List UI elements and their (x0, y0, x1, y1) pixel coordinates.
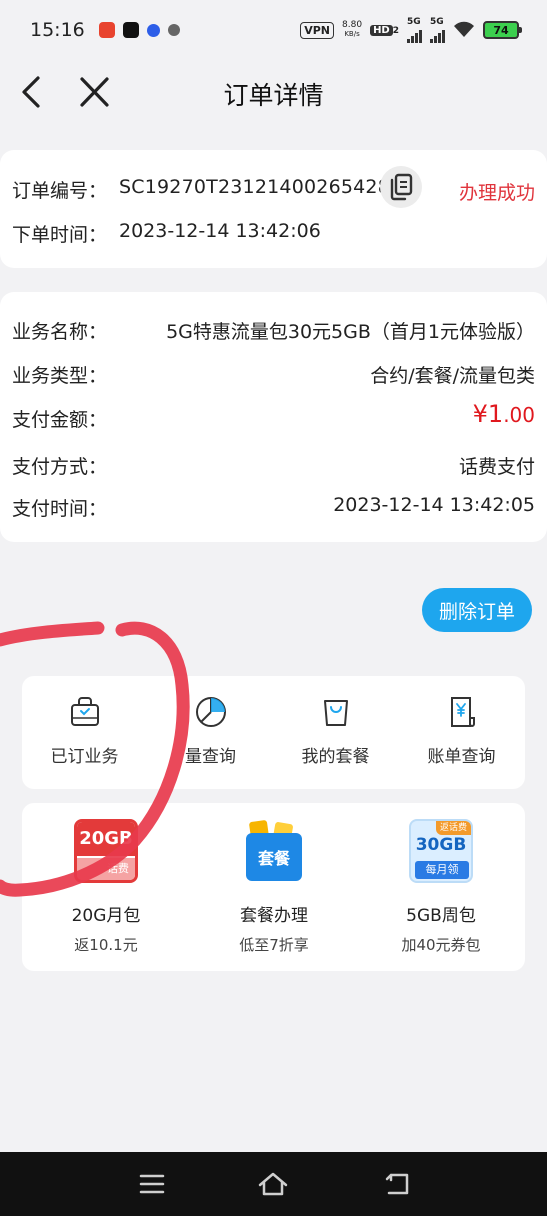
promo-sub-5gb: 加40元券包 (401, 936, 481, 954)
system-nav-bar (0, 1152, 547, 1216)
business-name-label: 业务名称： (12, 321, 108, 343)
payment-amount-value: ¥1.00 (473, 400, 535, 428)
menu-icon (139, 1174, 165, 1194)
home-icon (258, 1172, 288, 1196)
speed-unit: KB/s (344, 30, 360, 38)
app-notification-icon (167, 24, 180, 36)
menu-label-subscribed: 已订业务 (50, 747, 119, 767)
close-button[interactable] (74, 72, 114, 112)
business-name-value: 5G特惠流量包30元5GB（首月1元体验版） (166, 321, 535, 343)
menu-label-usage: 量查询 (185, 747, 236, 767)
network-speed: 8.80 KB/s (342, 21, 362, 39)
baidu-icon (146, 23, 160, 37)
menu-item-subscribed[interactable]: 已订业务 (22, 676, 147, 789)
battery-icon: 74 (483, 21, 522, 39)
promo-name-plan: 套餐办理 (240, 906, 308, 926)
hd-sub: 2 (392, 25, 399, 36)
menu-item-usage[interactable]: 量查询 (148, 676, 273, 789)
order-number-label: 订单编号： (12, 180, 108, 202)
header: 订单详情 (0, 60, 547, 128)
delete-order-button[interactable]: 删除订单 (422, 588, 532, 632)
menu-nav-button[interactable] (132, 1168, 172, 1200)
bill-yen-icon (450, 697, 475, 727)
promo-sub-20g: 返10.1元 (74, 936, 138, 954)
net-label-2: 5G (430, 16, 444, 27)
promo-20g-badge: 20GB (77, 822, 135, 856)
promo-5gb-badge: 30GB (415, 835, 467, 855)
promo-5gb-sub: 每月领 (415, 861, 469, 879)
promo-name-20g: 20G月包 (71, 906, 141, 926)
order-time-value: 2023-12-14 13:42:06 (119, 220, 321, 242)
order-status: 办理成功 (458, 182, 535, 204)
promo-plan-image: 套餐 (242, 819, 306, 883)
status-bar: 15:16 VPN 8.80 KB/s HD 2 5G 5G 74 (0, 0, 547, 60)
back-arrow-icon (385, 1173, 409, 1195)
payment-method-label: 支付方式： (12, 456, 108, 478)
amount-integer: 1 (487, 400, 504, 428)
tiktok-icon (122, 22, 139, 38)
weibo-icon (98, 22, 115, 38)
order-info-card (0, 150, 547, 268)
wifi-icon (453, 20, 475, 41)
payment-time-value: 2023-12-14 13:42:05 (333, 494, 535, 516)
promo-5gb-image: 返话费 30GB 每月领 (409, 819, 473, 883)
status-time: 15:16 (30, 19, 85, 41)
amount-decimal: .00 (503, 403, 535, 427)
vpn-icon: VPN (300, 21, 335, 39)
hd-icon: HD 2 (370, 24, 399, 36)
promo-name-5gb: 5GB周包 (406, 906, 476, 926)
service-menu: 已订业务 量查询 我的套餐 账单查询 (22, 676, 525, 789)
back-nav-button[interactable] (376, 1168, 416, 1200)
bag-check-icon (70, 697, 99, 726)
menu-item-my-plan[interactable]: 我的套餐 (273, 676, 398, 789)
order-number-value: SC19270T23121400265428 (119, 176, 391, 198)
payment-amount-label: 支付金额： (12, 409, 108, 431)
copy-icon (390, 173, 413, 201)
home-nav-button[interactable] (253, 1168, 293, 1200)
promo-5gb-top-badge: 返话费 (435, 821, 471, 835)
payment-method-value: 话费支付 (458, 456, 535, 478)
business-type-value: 合约/套餐/流量包类 (370, 365, 535, 387)
close-icon (80, 77, 109, 107)
business-type-label: 业务类型： (12, 365, 108, 387)
promo-item-20g[interactable]: 20GB 话费 20G月包 返10.1元 (22, 803, 190, 971)
currency-symbol: ¥ (472, 400, 488, 428)
net-label-1: 5G (407, 16, 421, 27)
promo-plan-badge: 套餐 (246, 833, 302, 881)
menu-item-bill[interactable]: 账单查询 (399, 676, 524, 789)
promo-item-5gb[interactable]: 返话费 30GB 每月领 5GB周包 加40元券包 (357, 803, 525, 971)
promo-card: 20GB 话费 20G月包 返10.1元 套餐 套餐办理 低至7折享 返话费 3… (22, 803, 525, 971)
back-button[interactable] (14, 72, 54, 112)
menu-label-bill: 账单查询 (427, 747, 496, 767)
payment-time-label: 支付时间： (12, 498, 108, 520)
promo-20g-sub: 话费 (77, 858, 135, 880)
copy-button[interactable] (380, 166, 422, 208)
speed-value: 8.80 (342, 20, 363, 30)
signal-icon-1: 5G (407, 16, 422, 43)
signal-icon-2: 5G (430, 16, 445, 43)
promo-20g-image: 20GB 话费 (74, 819, 138, 883)
order-time-label: 下单时间： (12, 224, 108, 246)
chevron-left-icon (22, 76, 40, 108)
menu-label-my-plan: 我的套餐 (301, 747, 370, 767)
hd-label: HD (370, 24, 393, 36)
promo-sub-plan: 低至7折享 (239, 936, 309, 954)
pie-chart-icon (195, 697, 226, 727)
promo-item-plan[interactable]: 套餐 套餐办理 低至7折享 (190, 803, 358, 971)
shopping-bag-icon (323, 700, 348, 726)
